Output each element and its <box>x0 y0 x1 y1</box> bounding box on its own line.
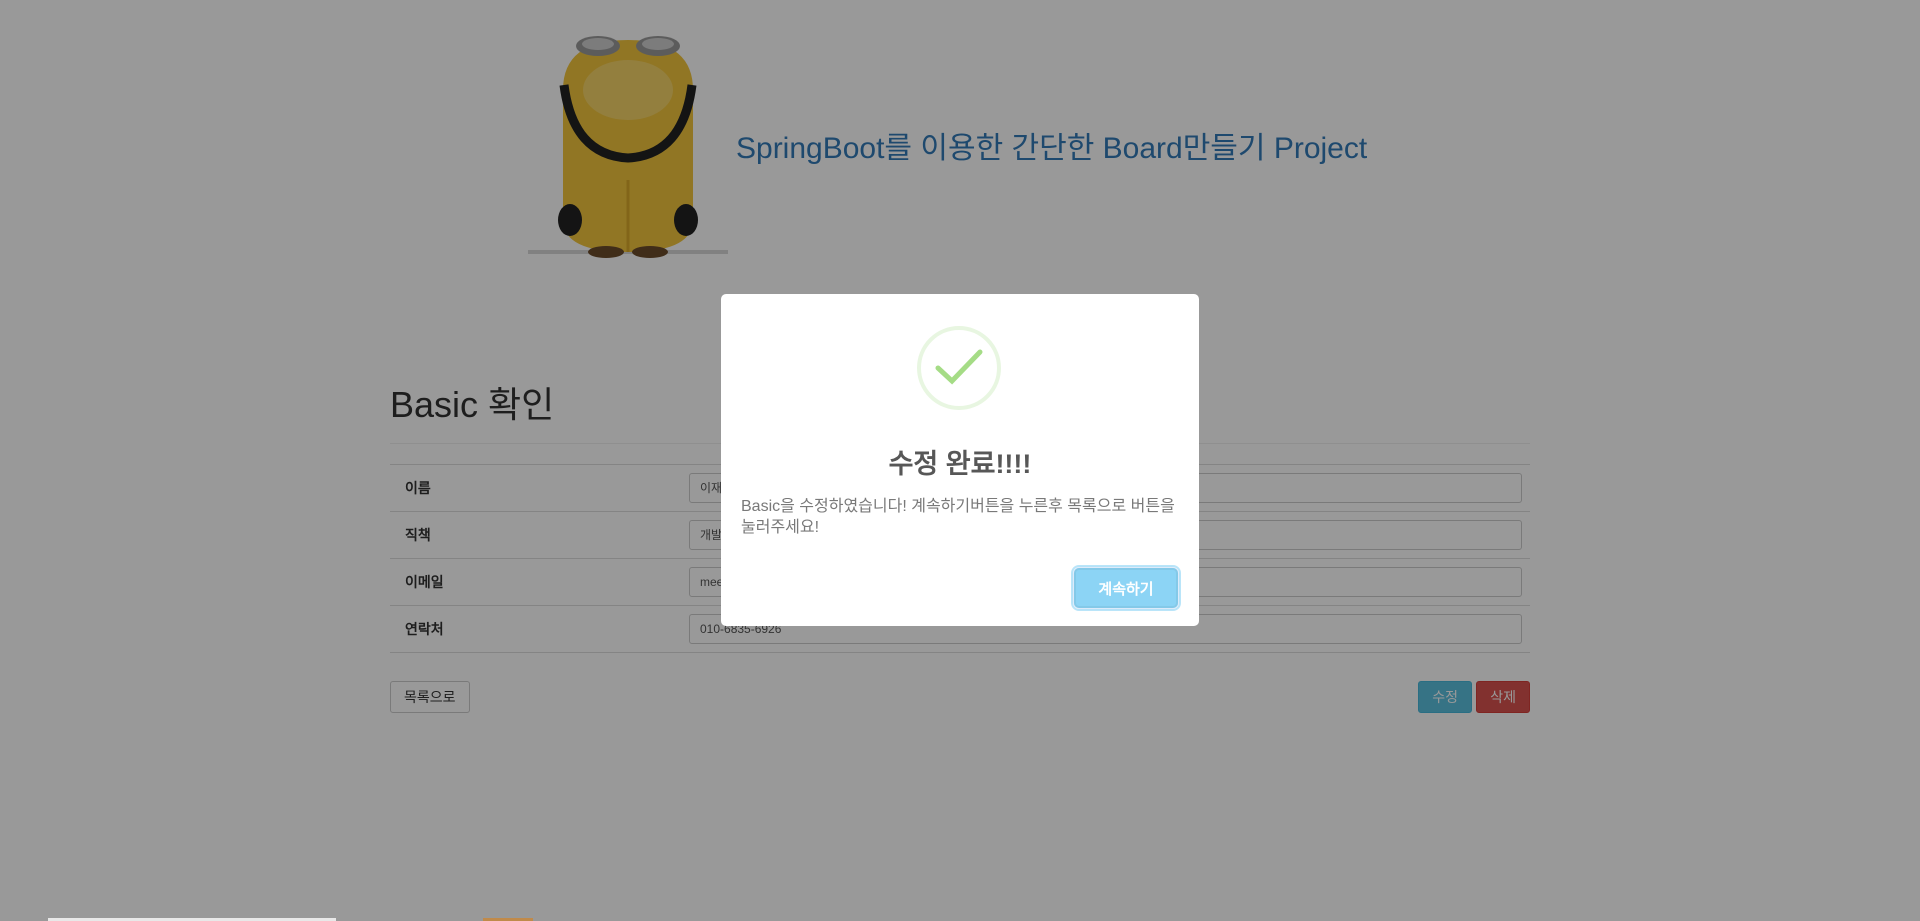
continue-button[interactable]: 계속하기 <box>1071 565 1181 611</box>
success-modal: 수정 완료!!!! Basic을 수정하였습니다! 계속하기버튼을 누른후 목록… <box>721 294 1199 626</box>
page: SpringBoot를 이용한 간단한 Board만들기 Project Bas… <box>0 0 1920 921</box>
modal-title: 수정 완료!!!! <box>888 449 1032 479</box>
success-check-icon <box>917 326 1001 410</box>
modal-text: Basic을 수정하였습니다! 계속하기버튼을 누른후 목록으로 버튼을 눌러주… <box>741 498 1175 536</box>
